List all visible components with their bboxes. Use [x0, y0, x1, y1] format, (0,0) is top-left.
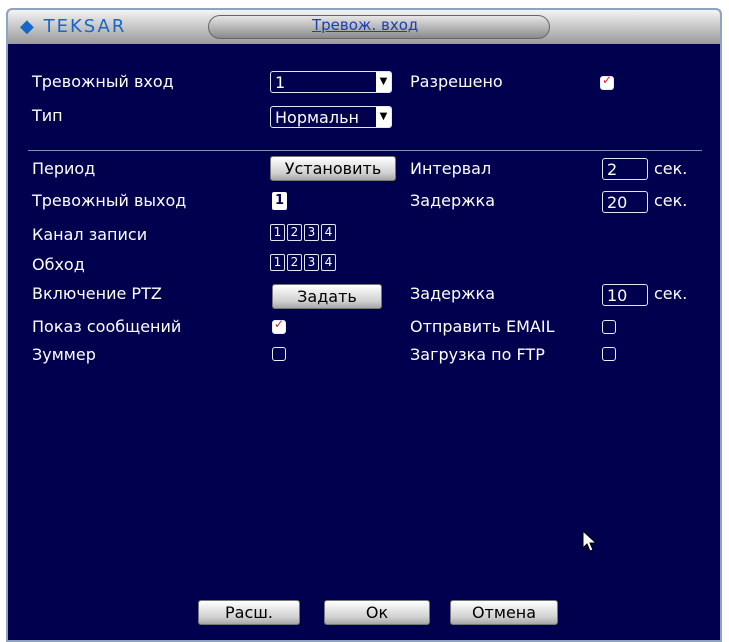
interval-label: Интервал: [410, 159, 492, 178]
type-label: Тип: [32, 106, 63, 125]
enabled-checkbox[interactable]: ✓: [600, 73, 614, 90]
tour-channel-4[interactable]: 4: [321, 254, 336, 271]
tour-label: Обход: [32, 255, 85, 274]
section-divider: [28, 150, 702, 151]
output-delay-unit: сек.: [654, 191, 688, 210]
brand-logo: ◆ TEKSAR: [20, 16, 126, 37]
alarm-output-channel-1[interactable]: 1: [272, 192, 287, 210]
ptz-delay-unit: сек.: [654, 284, 688, 303]
interval-unit: сек.: [654, 159, 688, 178]
tour-channel-2[interactable]: 2: [287, 254, 302, 271]
record-channel-label: Канал записи: [32, 225, 148, 244]
record-channel-2[interactable]: 2: [287, 224, 302, 241]
ftp-upload-checkbox[interactable]: [602, 347, 616, 361]
ptz-label: Включение PTZ: [32, 284, 162, 303]
show-message-label: Показ сообщений: [32, 317, 182, 336]
advanced-button[interactable]: Расш.: [198, 600, 300, 625]
record-channel-group: 1 2 3 4: [270, 224, 336, 241]
title-bar: ◆ TEKSAR Тревож. вход: [8, 10, 720, 44]
output-delay-input[interactable]: 20: [602, 191, 648, 213]
record-channel-1[interactable]: 1: [270, 224, 285, 241]
interval-input[interactable]: 2: [602, 158, 648, 180]
show-message-checkbox[interactable]: ✓: [272, 317, 286, 334]
alarm-input-label: Тревожный вход: [32, 72, 174, 91]
check-icon: ✓: [274, 317, 285, 331]
alarm-output-label: Тревожный выход: [32, 191, 187, 210]
period-label: Период: [32, 159, 96, 178]
chevron-down-icon: ▼: [376, 72, 391, 92]
set-ptz-button[interactable]: Задать: [272, 284, 382, 309]
send-email-label: Отправить EMAIL: [410, 317, 555, 336]
send-email-checkbox[interactable]: [602, 320, 616, 334]
alarm-input-dialog: ◆ TEKSAR Тревож. вход Тревожный вход 1 ▼…: [6, 8, 722, 642]
enabled-label: Разрешено: [410, 72, 503, 91]
ptz-delay-label: Задержка: [410, 284, 496, 303]
chevron-down-icon: ▼: [376, 107, 391, 127]
type-value: Нормальн: [275, 108, 359, 127]
dialog-title: Тревож. вход: [312, 16, 419, 34]
mouse-pointer-icon: [582, 530, 598, 552]
cancel-button[interactable]: Отмена: [450, 600, 558, 625]
type-select[interactable]: Нормальн ▼: [270, 106, 392, 128]
brand-text: TEKSAR: [43, 16, 127, 37]
tour-channel-group: 1 2 3 4: [270, 254, 336, 271]
brand-diamond-icon: ◆: [20, 16, 36, 37]
record-channel-4[interactable]: 4: [321, 224, 336, 241]
set-period-button[interactable]: Установить: [270, 156, 396, 181]
tour-channel-3[interactable]: 3: [304, 254, 319, 271]
alarm-input-select[interactable]: 1 ▼: [270, 71, 392, 93]
check-icon: ✓: [602, 73, 613, 87]
tour-channel-1[interactable]: 1: [270, 254, 285, 271]
buzzer-checkbox[interactable]: [272, 347, 286, 361]
ptz-delay-input[interactable]: 10: [602, 284, 648, 306]
alarm-input-value: 1: [275, 73, 286, 92]
ok-button[interactable]: Ок: [324, 600, 430, 625]
buzzer-label: Зуммер: [32, 345, 96, 364]
ftp-upload-label: Загрузка по FTP: [410, 345, 545, 364]
output-delay-label: Задержка: [410, 191, 496, 210]
record-channel-3[interactable]: 3: [304, 224, 319, 241]
